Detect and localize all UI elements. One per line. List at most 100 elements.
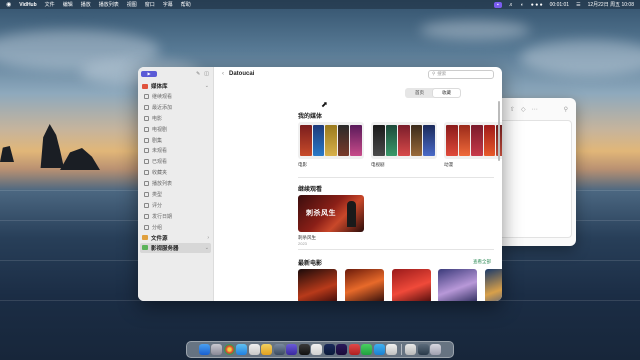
- poster: [483, 125, 496, 156]
- trash-icon[interactable]: [430, 344, 442, 355]
- mail-icon[interactable]: [236, 344, 248, 355]
- library-card-movies[interactable]: [298, 122, 364, 159]
- folder-icon[interactable]: [405, 344, 417, 355]
- tab-favorites[interactable]: 收藏: [433, 89, 460, 97]
- chrome-icon[interactable]: [223, 344, 235, 355]
- poster: [398, 125, 410, 156]
- sidebar-item-label: 评分: [152, 202, 163, 209]
- menu-playlist[interactable]: 播放列表: [99, 1, 119, 8]
- background-window[interactable]: ⇧ ◇ ⋯ ⚲: [500, 98, 576, 246]
- movie-poster[interactable]: [438, 269, 477, 301]
- film-icon: [144, 115, 149, 121]
- clock-text[interactable]: 12月22日 周五 10:08: [588, 1, 634, 8]
- sidebar-item-groups[interactable]: 分组: [138, 222, 213, 233]
- sidebar-item-watched[interactable]: 已观看: [138, 156, 213, 167]
- section-divider: [298, 177, 494, 178]
- launchpad-icon[interactable]: [211, 344, 223, 355]
- sidebar-section-media-servers[interactable]: 影视服务器 ⌄: [140, 242, 211, 253]
- sidebar-item-genre[interactable]: 类型: [138, 189, 213, 200]
- finder-icon[interactable]: [198, 344, 210, 355]
- photoshop-icon[interactable]: [323, 344, 335, 355]
- audition-icon[interactable]: [336, 344, 348, 355]
- window-preview-icon[interactable]: [417, 344, 429, 355]
- clock-icon: [144, 93, 149, 99]
- continue-watching-thumbnail[interactable]: 刺杀风生: [298, 195, 364, 232]
- library-label: 动漫: [444, 162, 453, 167]
- apple-icon[interactable]: ◉: [6, 1, 11, 8]
- background-window-body: [500, 120, 572, 238]
- continue-watching-heading: 继续观看: [298, 187, 323, 193]
- settings-icon[interactable]: [273, 344, 285, 355]
- sidebar-item-release-date[interactable]: 发行日期: [138, 211, 213, 222]
- see-all-link[interactable]: 查看全部: [473, 259, 491, 265]
- back-icon[interactable]: ‹: [222, 71, 224, 77]
- notion-icon[interactable]: [311, 344, 323, 355]
- chevron-down-icon[interactable]: ⌄: [205, 245, 209, 251]
- poster: [337, 125, 350, 156]
- sidebar-item-rating[interactable]: 评分: [138, 200, 213, 211]
- tab-home[interactable]: 首页: [406, 89, 433, 97]
- sidebar-item-label: 类型: [152, 191, 163, 198]
- wifi-icon[interactable]: ◐: [521, 2, 524, 8]
- menu-edit[interactable]: 编辑: [63, 1, 73, 8]
- continue-watching-subtitle: 2023: [298, 241, 307, 246]
- chevron-right-icon[interactable]: ›: [207, 235, 209, 241]
- menu-window[interactable]: 窗口: [145, 1, 155, 8]
- menu-subtitle[interactable]: 字幕: [163, 1, 173, 8]
- vidhub-status-icon[interactable]: ▪: [493, 1, 502, 8]
- poster: [471, 125, 483, 156]
- search-icon[interactable]: ⚲: [564, 106, 568, 113]
- notes-icon[interactable]: [261, 344, 273, 355]
- sidebar-header: ▶ ✎ ◫: [141, 70, 209, 77]
- menu-help[interactable]: 帮助: [181, 1, 191, 8]
- sidebar-section-file-sources[interactable]: 文件源 ›: [138, 233, 213, 243]
- menu-file[interactable]: 文件: [45, 1, 55, 8]
- new-movies-heading: 最新电影: [298, 261, 323, 267]
- share-icon[interactable]: ⇧: [510, 106, 515, 113]
- movie-poster[interactable]: [392, 269, 431, 301]
- terminal-icon[interactable]: [298, 344, 310, 355]
- eye-off-icon: [144, 148, 149, 154]
- sidebar-section-media-library[interactable]: 媒体库 ⌄: [138, 81, 213, 91]
- tag-icon[interactable]: ◇: [521, 106, 526, 113]
- sidebar-item-recent[interactable]: 最近添加: [138, 102, 213, 113]
- chevron-down-icon[interactable]: ⌄: [205, 83, 209, 89]
- sidebar-item-movies[interactable]: 电影: [138, 113, 213, 124]
- search-icon: ⚲: [432, 71, 436, 76]
- calendar-icon[interactable]: [248, 344, 260, 355]
- movie-poster[interactable]: [298, 269, 337, 301]
- sidebar-item-label: 播放列表: [152, 181, 173, 188]
- netease-music-icon[interactable]: [348, 344, 360, 355]
- cloud: [520, 40, 640, 75]
- library-card-tv[interactable]: [371, 122, 437, 159]
- app-menu[interactable]: VidHub: [19, 2, 36, 8]
- more-icon[interactable]: ⋯: [532, 106, 538, 113]
- audio-icon[interactable]: ♬: [509, 2, 514, 8]
- sidebar-item-tv[interactable]: 电视剧: [138, 124, 213, 135]
- sidebar-item-unwatched[interactable]: 未观看: [138, 145, 213, 156]
- wechat-icon[interactable]: [361, 344, 373, 355]
- control-center-icon[interactable]: ☰: [576, 2, 580, 8]
- movie-poster[interactable]: [485, 269, 502, 301]
- vertical-scrollbar[interactable]: [498, 101, 500, 161]
- vidhub-icon[interactable]: [286, 344, 298, 355]
- menu-view[interactable]: 视图: [127, 1, 137, 8]
- my-media-heading: 我的媒体: [298, 114, 323, 120]
- sidebar-toggle-icon[interactable]: ◫: [204, 71, 209, 77]
- sidebar-item-label: 发行日期: [152, 213, 173, 220]
- app-icon[interactable]: [373, 344, 385, 355]
- sidebar-item-label: 剧集: [152, 137, 163, 144]
- sidebar-item-playlists[interactable]: 播放列表: [138, 178, 213, 189]
- section-label: 影视服务器: [151, 245, 179, 252]
- movie-poster[interactable]: [345, 269, 384, 301]
- menu-play[interactable]: 播放: [81, 1, 91, 8]
- library-card-anime[interactable]: [444, 122, 502, 159]
- search-input[interactable]: ⚲ 搜索: [428, 69, 494, 79]
- status-icon[interactable]: ● ● ●: [531, 2, 543, 8]
- app-icon[interactable]: [386, 344, 398, 355]
- sidebar-item-favorites[interactable]: 收藏夹: [138, 167, 213, 178]
- search-placeholder: 搜索: [437, 71, 447, 76]
- sidebar-item-episodes[interactable]: 剧集: [138, 135, 213, 146]
- sidebar-item-continue[interactable]: 继续观看: [138, 91, 213, 102]
- edit-icon[interactable]: ✎: [196, 71, 200, 77]
